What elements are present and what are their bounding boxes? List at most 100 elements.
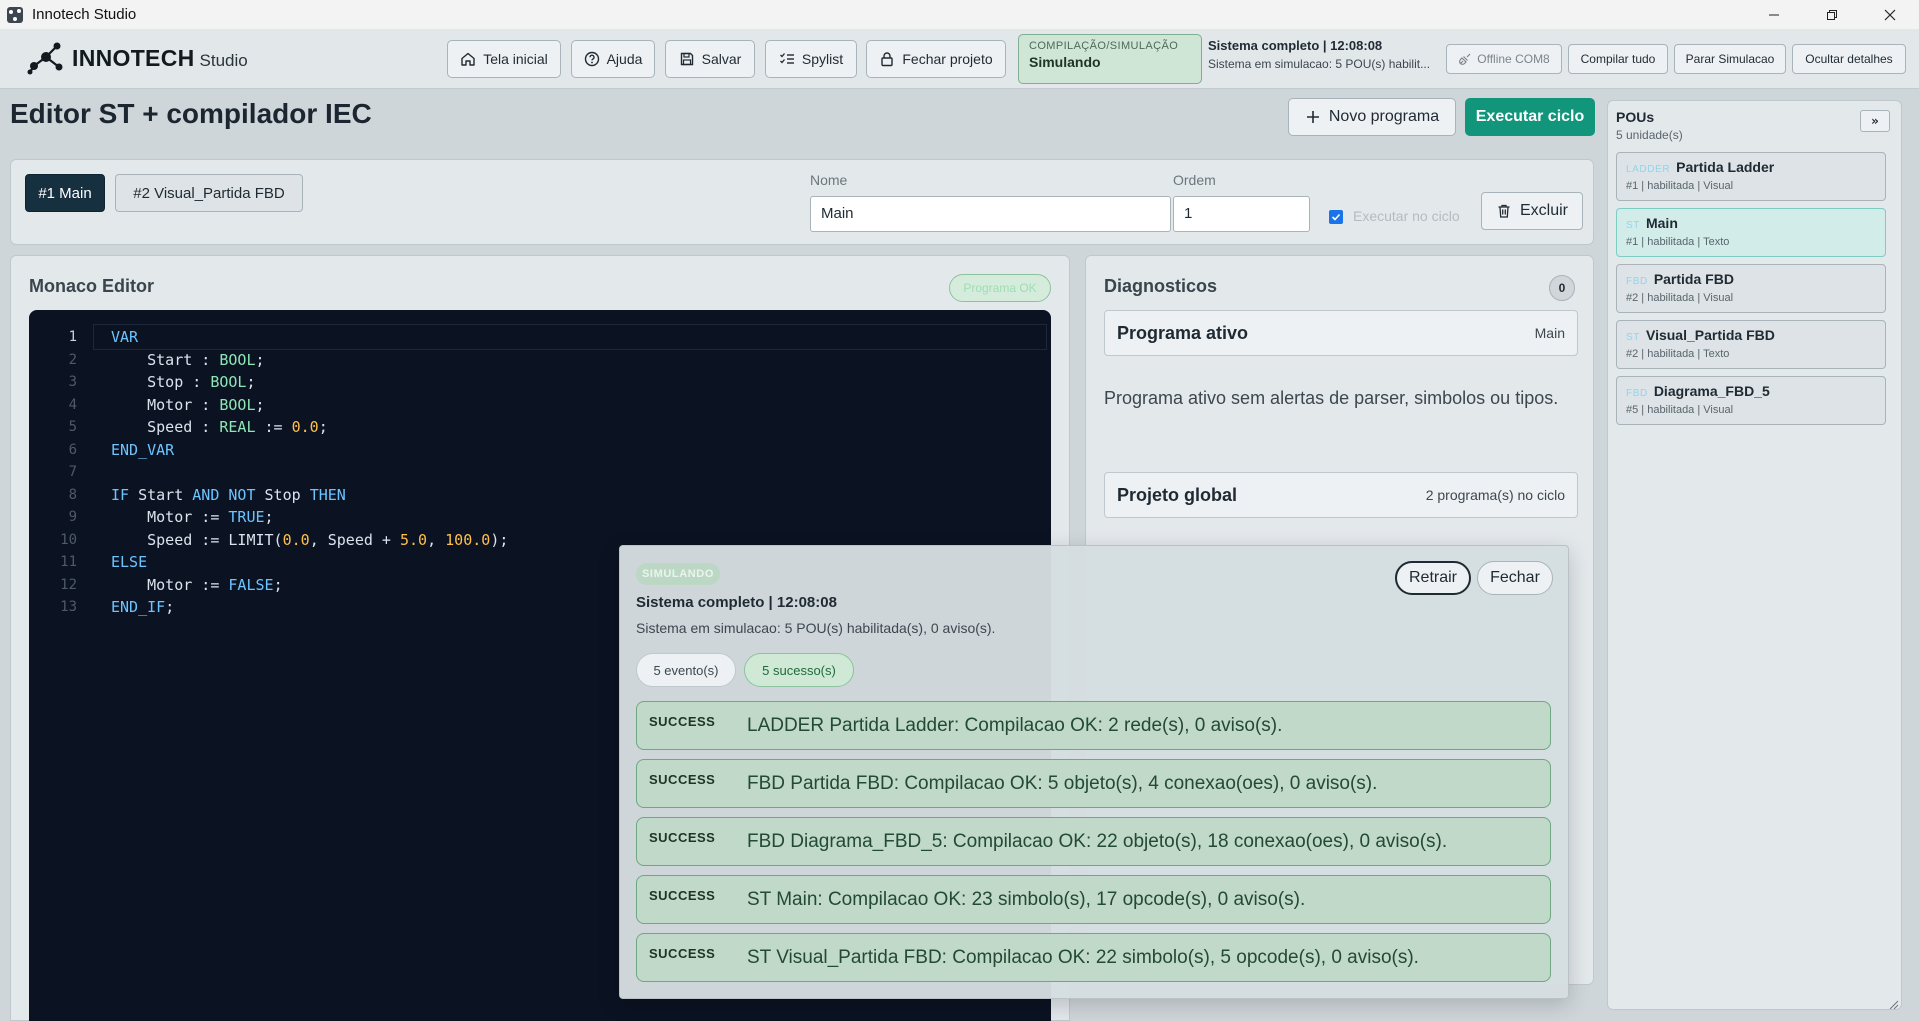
program-bar: #1 Main #2 Visual_Partida FBD Nome Main …: [10, 159, 1594, 245]
pou-sidebar: POUs 5 unidade(s) » LADDER Partida Ladder…: [1607, 100, 1902, 1010]
line-number: 6: [68, 441, 77, 458]
editor-title: Monaco Editor: [29, 276, 154, 296]
pou-item-partida-ladder[interactable]: LADDER Partida Ladder #1 | habilitada | V…: [1616, 152, 1886, 201]
pou-item-diagrama-fbd-5[interactable]: FBD Diagrama_FBD_5 #5 | habilitada | Visu…: [1616, 376, 1886, 425]
pou-item-partida-fbd[interactable]: FBD Partida FBD #2 | habilitada | Visual: [1616, 264, 1886, 313]
tab-visual-partida-fbd[interactable]: #2 Visual_Partida FBD: [115, 174, 303, 212]
log-message: FBD Diagrama_FBD_5: Compilacao OK: 22 ob…: [747, 830, 1448, 852]
compile-status-label: COMPILAÇÃO/SIMULAÇÃO: [1029, 40, 1179, 52]
log-entry: SUCCESS ST Main: Compilacao OK: 23 simbo…: [636, 875, 1551, 924]
close-project-button[interactable]: Fechar projeto: [866, 40, 1006, 78]
line-number: 2: [68, 351, 77, 368]
success-filter-chip[interactable]: 5 sucesso(s): [744, 653, 854, 687]
pou-subtitle: 5 unidade(s): [1616, 128, 1683, 142]
resize-grip-icon[interactable]: [1887, 998, 1899, 1010]
line-number: 13: [60, 599, 77, 615]
pou-tag: ST: [1626, 220, 1640, 231]
simulation-description: Sistema em simulacao: 5 POU(s) habilitad…: [636, 620, 996, 636]
code-text: END_VAR: [111, 440, 175, 459]
order-input[interactable]: 1: [1173, 196, 1310, 232]
window-titlebar: Innotech Studio: [0, 0, 1919, 29]
compile-status-box: COMPILAÇÃO/SIMULAÇÃO Simulando: [1018, 34, 1202, 84]
check-icon: [1331, 213, 1341, 221]
line-number: 8: [68, 486, 77, 503]
program-status-badge: Programa OK: [949, 274, 1051, 302]
line-number: 10: [60, 531, 77, 548]
log-message: LADDER Partida Ladder: Compilacao OK: 2 …: [747, 714, 1283, 736]
offline-button[interactable]: Offline COM8: [1446, 44, 1562, 74]
log-level: SUCCESS: [649, 772, 716, 787]
window-title: Innotech Studio: [32, 6, 137, 23]
simulation-popup: SIMULANDO Sistema completo | 12:08:08 Si…: [619, 545, 1569, 999]
line-number: 4: [68, 396, 77, 413]
log-entry: SUCCESS FBD Diagrama_FBD_5: Compilacao O…: [636, 817, 1551, 866]
name-label: Nome: [810, 172, 848, 188]
hide-details-button[interactable]: Ocultar detalhes: [1792, 44, 1906, 74]
global-project-value: 2 programa(s) no ciclo: [1425, 487, 1565, 503]
log-level: SUCCESS: [649, 946, 716, 961]
pou-item-visual-partida-fbd[interactable]: ST Visual_Partida FBD #2 | habilitada | T…: [1616, 320, 1886, 369]
pou-tag: ST: [1626, 332, 1640, 343]
spylist-button[interactable]: Spylist: [765, 40, 857, 78]
execute-in-cycle-checkbox[interactable]: [1329, 210, 1343, 224]
pou-name: Main: [1645, 215, 1678, 231]
restore-icon[interactable]: [1803, 0, 1861, 29]
pou-name: Diagrama_FBD_5: [1653, 383, 1770, 399]
save-button[interactable]: Salvar: [665, 40, 755, 78]
logo-suffix: Studio: [199, 50, 248, 70]
close-popup-button[interactable]: Fechar: [1477, 561, 1553, 595]
pou-meta: #2 | habilitada | Visual: [1626, 292, 1734, 304]
status-summary: Sistema completo | 12:08:08 Sistema em s…: [1208, 38, 1438, 71]
help-icon: [584, 51, 599, 67]
logo: INNOTECH Studio: [26, 40, 248, 76]
collapse-sidebar-button[interactable]: »: [1860, 110, 1890, 132]
pou-name: Partida FBD: [1653, 271, 1734, 287]
execute-in-cycle-label: Executar no ciclo: [1353, 208, 1460, 224]
pou-name: Visual_Partida FBD: [1645, 327, 1775, 343]
pou-meta: #2 | habilitada | Texto: [1626, 348, 1730, 360]
tab-main[interactable]: #1 Main: [25, 174, 105, 212]
pou-meta: #5 | habilitada | Visual: [1626, 404, 1734, 416]
help-button[interactable]: Ajuda: [571, 40, 655, 78]
line-number: 1: [68, 329, 77, 345]
log-level: SUCCESS: [649, 714, 716, 729]
code-text: Motor := FALSE;: [111, 575, 283, 594]
code-text: Speed := LIMIT(0.0, Speed + 5.0, 100.0);: [111, 530, 509, 549]
log-message: ST Visual_Partida FBD: Compilacao OK: 22…: [747, 946, 1419, 968]
code-text: VAR: [111, 328, 139, 346]
compile-all-button[interactable]: Compilar tudo: [1568, 44, 1668, 74]
app-icon: [7, 6, 23, 23]
log-message: ST Main: Compilacao OK: 23 simbolo(s), 1…: [747, 888, 1306, 910]
diagnostics-count-badge: 0: [1549, 275, 1575, 301]
log-entry: SUCCESS ST Visual_Partida FBD: Compilaca…: [636, 933, 1551, 982]
pou-meta: #1 | habilitada | Texto: [1626, 236, 1730, 248]
run-cycle-button[interactable]: Executar ciclo: [1465, 98, 1595, 136]
retract-button[interactable]: Retrair: [1395, 561, 1471, 595]
diagnostics-title: Diagnosticos: [1104, 276, 1218, 296]
log-level: SUCCESS: [649, 830, 716, 845]
pou-item-main[interactable]: ST Main #1 | habilitada | Texto: [1616, 208, 1886, 257]
unplug-icon: [1459, 53, 1471, 65]
close-window-icon[interactable]: [1861, 0, 1919, 29]
stop-simulation-button[interactable]: Parar Simulacao: [1674, 44, 1786, 74]
status-summary-title: Sistema completo | 12:08:08: [1208, 38, 1383, 53]
name-input[interactable]: Main: [810, 196, 1171, 232]
home-button[interactable]: Tela inicial: [447, 40, 561, 78]
code-text: ELSE: [111, 553, 148, 571]
order-label: Ordem: [1173, 172, 1216, 188]
events-filter-chip[interactable]: 5 evento(s): [636, 653, 736, 687]
new-program-button[interactable]: Novo programa: [1288, 98, 1456, 136]
log-entry: SUCCESS FBD Partida FBD: Compilacao OK: …: [636, 759, 1551, 808]
logo-brand: INNOTECH: [72, 44, 195, 71]
code-text: Speed : REAL := 0.0;: [111, 418, 328, 436]
diagnostics-message: Programa ativo sem alertas de parser, si…: [1104, 388, 1559, 408]
lock-icon: [881, 52, 894, 67]
trash-icon: [1498, 204, 1510, 218]
line-number: 11: [60, 554, 77, 570]
delete-button[interactable]: Excluir: [1481, 192, 1583, 230]
window-controls: [1745, 0, 1919, 29]
global-project-label: Projeto global: [1117, 484, 1238, 505]
code-text: Motor : BOOL;: [111, 395, 265, 414]
code-text: Stop : BOOL;: [111, 373, 256, 391]
minimize-icon[interactable]: [1745, 0, 1803, 29]
